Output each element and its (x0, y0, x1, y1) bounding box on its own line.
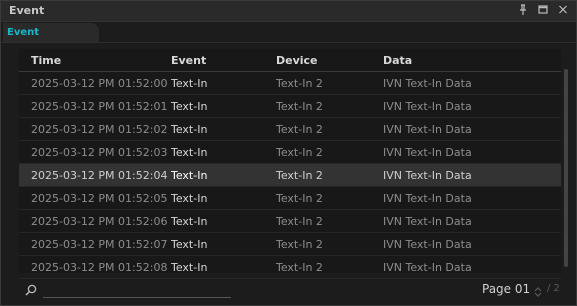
footer-bar: Page 01 / 2 (1, 277, 576, 305)
column-header-time[interactable]: Time (31, 54, 61, 67)
spinner-icon[interactable] (534, 283, 542, 297)
cell-device: Text-In 2 (276, 238, 323, 251)
cell-data: IVN Text-In Data (383, 261, 472, 274)
table-row[interactable]: 2025-03-12 PM 01:52:00 Text-In Text-In 2 IV… (19, 72, 561, 95)
cell-time: 2025-03-12 PM 01:52:01 (31, 100, 168, 113)
cell-event: Text-In (171, 77, 208, 90)
cell-data: IVN Text-In Data (383, 238, 472, 251)
tab-event[interactable]: Event (3, 23, 99, 42)
title-bar: Event (1, 1, 576, 22)
table-body: 2025-03-12 PM 01:52:00 Text-In Text-In 2 IV… (19, 72, 561, 279)
table-row[interactable]: 2025-03-12 PM 01:52:02 Text-In Text-In 2 IV… (19, 118, 561, 141)
close-icon[interactable] (558, 3, 568, 17)
cell-data: IVN Text-In Data (383, 215, 472, 228)
cell-data: IVN Text-In Data (383, 192, 472, 205)
table-row[interactable]: 2025-03-12 PM 01:52:08 Text-In Text-In 2 IV… (19, 256, 561, 279)
cell-device: Text-In 2 (276, 146, 323, 159)
cell-time: 2025-03-12 PM 01:52:05 (31, 192, 168, 205)
cell-event: Text-In (171, 169, 208, 182)
page-label: Page 01 (482, 282, 531, 296)
table-row[interactable]: 2025-03-12 PM 01:52:06 Text-In Text-In 2 IV… (19, 210, 561, 233)
title-bar-controls (518, 3, 568, 17)
cell-time: 2025-03-12 PM 01:52:04 (31, 169, 168, 182)
maximize-icon[interactable] (538, 3, 548, 17)
search-icon[interactable] (25, 281, 37, 296)
cell-data: IVN Text-In Data (383, 100, 472, 113)
cell-time: 2025-03-12 PM 01:52:08 (31, 261, 168, 274)
table-row[interactable]: 2025-03-12 PM 01:52:01 Text-In Text-In 2 IV… (19, 95, 561, 118)
cell-device: Text-In 2 (276, 100, 323, 113)
cell-device: Text-In 2 (276, 77, 323, 90)
cell-event: Text-In (171, 146, 208, 159)
cell-event: Text-In (171, 123, 208, 136)
column-header-device[interactable]: Device (276, 54, 318, 67)
table-header: Time Event Device Data (19, 49, 561, 72)
vertical-scrollbar[interactable] (564, 69, 568, 267)
tab-strip: Event (1, 22, 576, 43)
search-underline (43, 297, 231, 298)
cell-device: Text-In 2 (276, 169, 323, 182)
cell-event: Text-In (171, 100, 208, 113)
cell-data: IVN Text-In Data (383, 123, 472, 136)
column-header-event[interactable]: Event (171, 54, 206, 67)
table-row[interactable]: 2025-03-12 PM 01:52:07 Text-In Text-In 2 IV… (19, 233, 561, 256)
table-row[interactable]: 2025-03-12 PM 01:52:04 Text-In Text-In 2 IV… (19, 164, 561, 187)
table-row[interactable]: 2025-03-12 PM 01:52:03 Text-In Text-In 2 IV… (19, 141, 561, 164)
table-row[interactable]: 2025-03-12 PM 01:52:05 Text-In Text-In 2 IV… (19, 187, 561, 210)
cell-time: 2025-03-12 PM 01:52:06 (31, 215, 168, 228)
event-window: Event Event Time Event Device Data 2025-… (0, 0, 577, 306)
event-table: Time Event Device Data 2025-03-12 PM 01:… (19, 49, 561, 279)
cell-time: 2025-03-12 PM 01:52:07 (31, 238, 168, 251)
page-total: / 2 (547, 283, 560, 294)
cell-event: Text-In (171, 215, 208, 228)
cell-time: 2025-03-12 PM 01:52:00 (31, 77, 168, 90)
search-input[interactable] (43, 283, 231, 297)
cell-time: 2025-03-12 PM 01:52:03 (31, 146, 168, 159)
cell-event: Text-In (171, 261, 208, 274)
cell-data: IVN Text-In Data (383, 77, 472, 90)
cell-event: Text-In (171, 238, 208, 251)
cell-device: Text-In 2 (276, 123, 323, 136)
cell-device: Text-In 2 (276, 215, 323, 228)
cell-device: Text-In 2 (276, 261, 323, 274)
cell-data: IVN Text-In Data (383, 169, 472, 182)
window-title: Event (9, 4, 45, 17)
pin-icon[interactable] (518, 3, 528, 17)
cell-event: Text-In (171, 192, 208, 205)
cell-device: Text-In 2 (276, 192, 323, 205)
cell-data: IVN Text-In Data (383, 146, 472, 159)
column-header-data[interactable]: Data (383, 54, 412, 67)
cell-time: 2025-03-12 PM 01:52:02 (31, 123, 168, 136)
